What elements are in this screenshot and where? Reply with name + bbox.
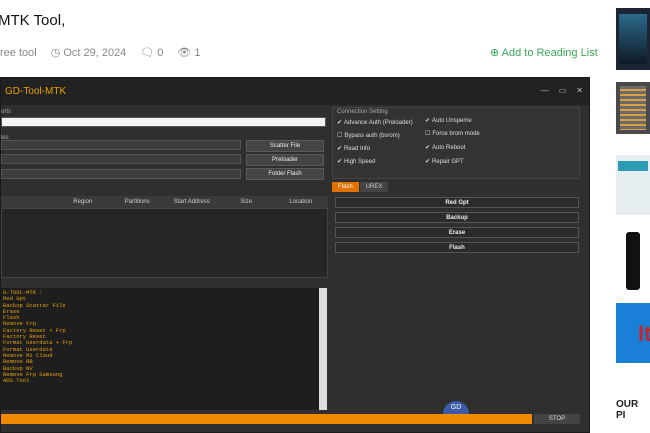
progress-bar xyxy=(1,414,532,424)
port-select[interactable] xyxy=(1,117,326,127)
views: 👁 1 xyxy=(177,46,201,60)
log-line: ADS Tool xyxy=(3,377,30,385)
preloader-button[interactable]: Preloader xyxy=(246,154,324,166)
option-auto-reboot[interactable]: ✔ Auto Reboot xyxy=(425,144,466,152)
app-titlebar: GD-Tool-MTK — ▭ ✕ xyxy=(1,78,589,105)
option-force-brom[interactable]: ☐ Force brom mode xyxy=(425,130,480,138)
connection-settings-label: Connection Setting xyxy=(337,109,388,115)
erase-button[interactable]: Erase xyxy=(335,227,579,238)
gd-badge: GD xyxy=(443,401,469,415)
col-size: Size xyxy=(240,199,253,205)
sidebar-thumb-1[interactable] xyxy=(616,8,650,70)
option-read-info[interactable]: ✔ Read Info xyxy=(337,145,371,153)
option-label: Read Info xyxy=(344,145,371,152)
log-output: G-TOOL-MTK : Red Gpt Backup Scatter File Er… xyxy=(1,288,319,410)
comment-icon: 🗨 xyxy=(140,47,155,59)
sidebar-thumb-3[interactable] xyxy=(616,155,650,215)
option-bypass-auth[interactable]: ☐ Bypass auth (bsrom) xyxy=(337,132,400,140)
thumb-image xyxy=(619,14,647,64)
tab-flash[interactable]: Flash xyxy=(332,182,359,192)
tab-urex[interactable]: UREX xyxy=(359,182,389,192)
clock-icon: ◷ xyxy=(50,47,61,59)
phone-image xyxy=(626,232,640,290)
partition-table-header: Region Partitions Start Address Size Loc… xyxy=(1,196,328,208)
scatter-path[interactable] xyxy=(1,140,241,150)
thumb-image xyxy=(620,86,646,130)
option-label: Bypass auth (bsrom) xyxy=(344,132,400,139)
col-location: Location xyxy=(289,199,313,205)
option-advance-auth[interactable]: ✔ Advance Auth (Preloader) xyxy=(337,119,413,127)
flash-button[interactable]: Flash xyxy=(335,242,579,253)
add-to-reading-list-button[interactable]: ⊕ Add to Reading List xyxy=(490,46,598,59)
plus-circle-icon: ⊕ xyxy=(490,47,500,59)
partition-table-body xyxy=(1,208,328,278)
option-label: High Speed xyxy=(344,158,376,165)
reading-list-label: Add to Reading List xyxy=(501,47,598,59)
option-high-speed[interactable]: ✔ High Speed xyxy=(337,158,376,166)
article-meta: ree tool ◷ Oct 29, 2024 🗨 0 👁 1 xyxy=(0,46,201,60)
app-title: GD-Tool-MTK xyxy=(5,86,67,97)
date: ◷ Oct 29, 2024 xyxy=(50,46,127,60)
maximize-icon[interactable]: ▭ xyxy=(559,86,567,95)
thumb-image xyxy=(618,161,648,171)
sidebar-thumb-4[interactable] xyxy=(616,232,650,290)
ports-label: orts xyxy=(1,109,12,115)
stop-button[interactable]: STOP xyxy=(534,414,580,424)
option-label: Advance Auth (Preloader) xyxy=(344,119,413,126)
app-window: GD-Tool-MTK — ▭ ✕ orts les Scatter File Pr… xyxy=(0,77,590,433)
folder-path[interactable] xyxy=(1,169,241,179)
col-start-address: Start Address xyxy=(173,199,210,205)
date-text: Oct 29, 2024 xyxy=(63,46,127,59)
views-count: 1 xyxy=(194,46,201,59)
mode-tabs: Flash UREX xyxy=(332,182,389,192)
log-scrollbar[interactable] xyxy=(319,288,327,410)
option-label: Force brom mode xyxy=(432,130,480,137)
sidebar-ad[interactable]: It xyxy=(616,303,650,363)
option-label: Auto Reboot xyxy=(432,144,466,151)
category-link[interactable]: ree tool xyxy=(0,47,37,59)
option-label: Repair GPT xyxy=(432,158,464,165)
minimize-icon[interactable]: — xyxy=(541,86,549,95)
option-repair-gpt[interactable]: ✔ Repair GPT xyxy=(425,158,464,166)
article-title: MTK Tool, xyxy=(0,12,66,29)
sidebar-heading: OUR PI xyxy=(616,399,639,421)
comments[interactable]: 🗨 0 xyxy=(140,46,164,60)
col-region: Region xyxy=(73,199,93,205)
scatter-file-button[interactable]: Scatter File xyxy=(246,140,324,152)
close-icon[interactable]: ✕ xyxy=(576,86,583,95)
sidebar-thumb-2[interactable] xyxy=(616,82,650,134)
eye-icon: 👁 xyxy=(177,47,192,59)
option-label: Auto Unspeme xyxy=(432,117,472,124)
backup-button[interactable]: Backup xyxy=(335,212,579,223)
preloader-path[interactable] xyxy=(1,154,241,164)
col-partitions: Partitions xyxy=(124,199,150,205)
comments-count: 0 xyxy=(157,46,164,59)
red-gpt-button[interactable]: Red Gpt xyxy=(335,197,579,208)
option-auto-unspeme[interactable]: ✔ Auto Unspeme xyxy=(425,117,472,125)
folder-flash-button[interactable]: Folder Flash xyxy=(246,168,324,180)
